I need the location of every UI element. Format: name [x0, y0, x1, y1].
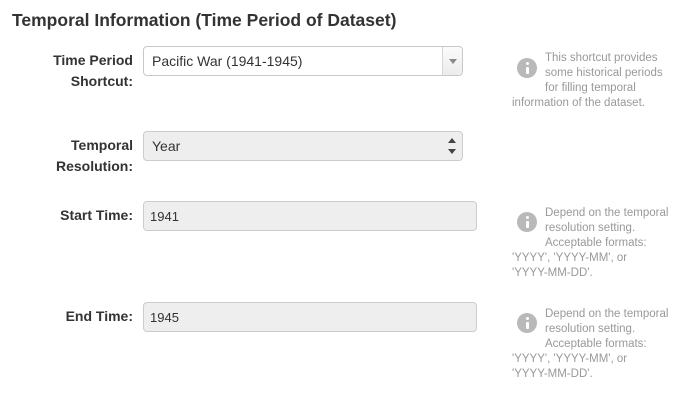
- shortcut-help-line: This shortcut provides: [545, 52, 658, 64]
- shortcut-label: Time Period Shortcut:: [53, 50, 133, 92]
- start-time-label: Start Time:: [60, 207, 133, 223]
- end-time-help-line: Acceptable formats:: [545, 338, 647, 350]
- resolution-label-line2: Resolution:: [56, 158, 133, 174]
- shortcut-help-text: This shortcut provides some historical p…: [512, 51, 663, 111]
- start-time-help-line: Acceptable formats:: [545, 237, 647, 249]
- resolution-label: Temporal Resolution:: [56, 135, 133, 177]
- start-time-help-line: 'YYYY', 'YYYY-MM', or: [512, 252, 628, 264]
- resolution-label-line1: Temporal: [71, 137, 133, 153]
- shortcut-label-line1: Time Period: [53, 52, 133, 68]
- time-period-shortcut-select[interactable]: Pacific War (1941-1945): [143, 46, 463, 76]
- shortcut-help-line: some historical periods: [545, 67, 663, 79]
- shortcut-help-line: for filling temporal: [545, 82, 636, 94]
- section-title: Temporal Information (Time Period of Dat…: [12, 10, 397, 30]
- chevron-down-icon[interactable]: [442, 47, 462, 75]
- start-time-help-text: Depend on the temporal resolution settin…: [512, 206, 668, 281]
- temporal-resolution-select[interactable]: Year: [143, 131, 463, 161]
- end-time-help-line: Depend on the temporal: [545, 308, 669, 320]
- shortcut-selected-value: Pacific War (1941-1945): [152, 53, 303, 69]
- shortcut-help-line: information of the dataset.: [512, 97, 645, 109]
- end-time-label: End Time:: [65, 308, 133, 324]
- up-down-arrows-icon[interactable]: [448, 138, 456, 154]
- end-time-help-line: resolution setting.: [545, 323, 636, 335]
- start-time-help-line: 'YYYY-MM-DD'.: [512, 267, 593, 279]
- shortcut-label-line2: Shortcut:: [70, 73, 133, 89]
- resolution-selected-value: Year: [152, 138, 181, 154]
- start-time-input[interactable]: [143, 201, 477, 231]
- end-time-help-line: 'YYYY-MM-DD'.: [512, 368, 593, 380]
- end-time-input[interactable]: [143, 302, 477, 332]
- start-time-help-line: Depend on the temporal: [545, 207, 669, 219]
- end-time-help-line: 'YYYY', 'YYYY-MM', or: [512, 353, 628, 365]
- start-time-help-line: resolution setting.: [545, 222, 636, 234]
- end-time-help-text: Depend on the temporal resolution settin…: [512, 307, 668, 382]
